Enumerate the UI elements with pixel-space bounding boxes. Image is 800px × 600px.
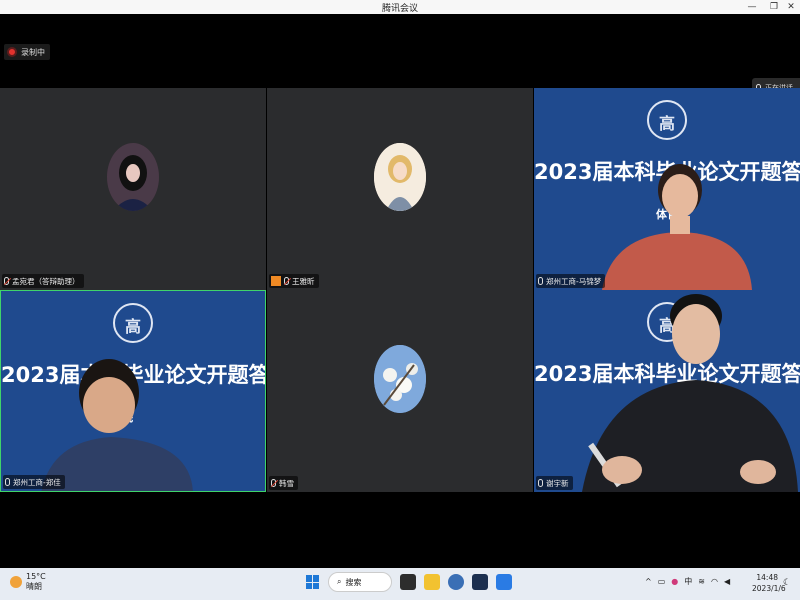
network-icon[interactable]: ≋ [698,577,705,586]
participant-name: 王雅昕 [292,276,315,286]
system-tray: ^ ▭ ● 中 ≋ ◠ ◀ [645,576,730,587]
participant-video [602,164,752,290]
windows-start-icon[interactable] [306,575,320,589]
participant-name: 郑州工商-马锦梦 [546,276,602,286]
ime-indicator[interactable]: 中 [684,576,692,587]
recording-label: 录制中 [21,47,45,57]
taskbar-apps: ⌕ 搜索 [306,572,512,592]
microphone-icon[interactable]: ● [671,577,678,586]
participant-name-label: 郑州工商-郑佳 [3,475,65,489]
windows-taskbar: 15°C 晴朗 ⌕ 搜索 ^ ▭ ● 中 ≋ ◠ ◀ 14:48 2023/1/… [0,568,800,600]
taskbar-clock[interactable]: 14:48 2023/1/6 [752,572,786,594]
participant-tile[interactable]: 王雅昕 [267,88,533,290]
record-icon [7,47,17,57]
mic-muted-icon [284,277,289,285]
avatar [374,143,426,211]
host-icon [271,276,281,286]
weather-temp: 15°C [26,572,46,581]
search-label: 搜索 [345,577,362,587]
wifi-icon[interactable]: ◠ [711,577,718,586]
participant-tile[interactable]: 韩雪 [267,290,533,492]
mic-muted-icon [271,479,276,487]
file-explorer-icon[interactable] [424,574,440,590]
chevron-up-icon[interactable]: ^ [645,577,652,586]
participant-video-tile[interactable]: 2023届本科毕业论文开题答辩 谢宇新 [534,290,800,492]
participant-name-label: 王雅昕 [269,274,319,288]
avatar [374,345,426,413]
participant-tile[interactable]: 孟宛君（答辩助理） [0,88,266,290]
participant-video-tile[interactable]: 2023届本科毕业论文开题答辩 体育 郑州工商-马锦梦 [534,88,800,290]
avatar [107,143,159,211]
weather-widget[interactable]: 15°C 晴朗 [10,572,46,592]
maximize-button[interactable]: ❐ [765,0,783,14]
avatar-image [374,345,426,413]
close-button[interactable]: ✕ [782,0,800,14]
school-logo-icon [647,100,687,140]
mic-icon [5,478,10,486]
clock-date: 2023/1/6 [752,584,786,593]
clock-time: 14:48 [756,573,778,582]
tencent-meeting-icon[interactable] [496,574,512,590]
school-logo-icon [113,303,153,343]
mic-icon [538,479,543,487]
mic-muted-icon [4,277,9,285]
weather-text: 15°C 晴朗 [26,572,46,592]
participant-name-label: 韩雪 [269,476,298,490]
participant-video-tile[interactable]: 2023届本科毕业论文开题答辩 学院 郑州工商-郑佳 [0,290,266,492]
participant-name-label: 谢宇新 [536,476,573,490]
weather-desc: 晴朗 [26,582,42,591]
participant-name: 韩雪 [279,478,294,488]
taskbar-search[interactable]: ⌕ 搜索 [328,572,392,592]
avatar-image [374,143,426,211]
notification-icon[interactable]: ☾ [783,578,791,588]
participant-name-label: 郑州工商-马锦梦 [536,274,606,288]
sun-icon [10,576,22,588]
participant-name: 孟宛君（答辩助理） [12,276,80,286]
avatar-image [107,143,159,211]
volume-icon[interactable]: ◀ [724,577,730,586]
app-icon[interactable] [472,574,488,590]
search-icon: ⌕ [337,577,342,586]
participant-name-label: 孟宛君（答辩助理） [2,274,84,288]
participant-video [582,294,798,492]
task-view-icon[interactable] [400,574,416,590]
mic-icon [538,277,543,285]
recording-badge[interactable]: 录制中 [4,44,50,60]
participant-name: 谢宇新 [546,478,569,488]
minimize-button[interactable]: — [743,0,761,14]
participant-name: 郑州工商-郑佳 [13,477,61,487]
participant-video [41,359,193,491]
title-bar: 腾讯会议 — ❐ ✕ [0,0,800,14]
keyboard-icon[interactable]: ▭ [658,577,666,586]
settings-icon[interactable] [448,574,464,590]
window-title: 腾讯会议 [381,4,418,14]
